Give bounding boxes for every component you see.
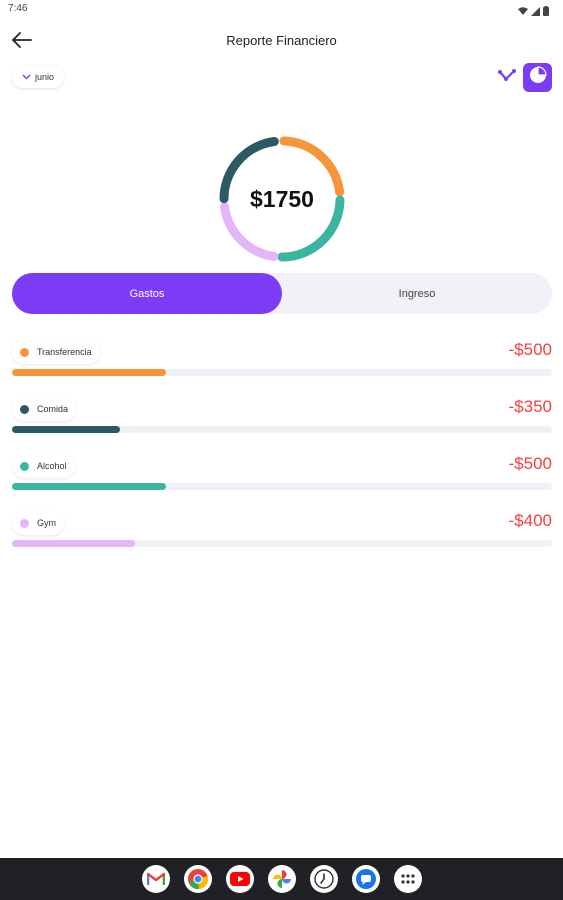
category-chip: Comida <box>12 397 77 421</box>
progress-fill <box>12 426 120 433</box>
battery-icon <box>543 3 549 21</box>
progress-fill <box>12 483 166 490</box>
chart-view-toggle <box>497 63 552 92</box>
pie-chart-view-button[interactable] <box>523 63 552 92</box>
progress-track <box>12 426 552 433</box>
type-tabs: Gastos Ingreso <box>12 273 552 314</box>
app-drawer-icon[interactable] <box>393 865 422 893</box>
progress-track <box>12 369 552 376</box>
category-row-transferencia[interactable]: Transferencia -$500 <box>12 340 552 388</box>
tab-gastos[interactable]: Gastos <box>12 273 282 314</box>
gmail-icon[interactable] <box>141 865 170 893</box>
wifi-icon <box>518 3 528 21</box>
signal-icon <box>531 3 540 21</box>
category-amount: -$350 <box>508 397 552 416</box>
messages-icon[interactable] <box>351 865 380 893</box>
category-row-alcohol[interactable]: Alcohol -$500 <box>12 454 552 502</box>
status-bar: 7:46 <box>0 0 563 20</box>
progress-track <box>12 483 552 490</box>
category-row-comida[interactable]: Comida -$350 <box>12 397 552 445</box>
top-app-bar: Reporte Financiero <box>0 24 563 60</box>
category-row-gym[interactable]: Gym -$400 <box>12 511 552 559</box>
pie-chart-icon <box>529 66 547 89</box>
category-chip: Gym <box>12 511 64 535</box>
category-chip: Transferencia <box>12 340 100 364</box>
progress-fill <box>12 540 136 547</box>
clock-app-icon[interactable] <box>309 865 338 893</box>
month-dropdown[interactable]: junio <box>12 66 65 88</box>
progress-track <box>12 540 552 547</box>
color-dot-icon <box>20 518 29 528</box>
category-name: Comida <box>37 404 69 414</box>
tab-ingreso[interactable]: Ingreso <box>282 273 552 314</box>
chrome-icon[interactable] <box>183 865 212 893</box>
category-chip: Alcohol <box>12 454 75 478</box>
category-name: Transferencia <box>37 347 92 357</box>
category-name: Alcohol <box>37 461 67 471</box>
status-time: 7:46 <box>8 3 28 14</box>
status-icons <box>518 3 549 21</box>
category-amount: -$400 <box>508 511 552 530</box>
taskbar <box>0 858 563 900</box>
category-amount: -$500 <box>508 340 552 359</box>
color-dot-icon <box>20 461 29 471</box>
expense-donut-chart: $1750 <box>213 130 351 268</box>
youtube-icon[interactable] <box>225 865 254 893</box>
color-dot-icon <box>20 404 29 414</box>
app-dock <box>0 858 563 900</box>
page-title: Reporte Financiero <box>226 33 337 48</box>
category-name: Gym <box>37 518 56 528</box>
line-chart-icon <box>498 68 516 87</box>
progress-fill <box>12 369 166 376</box>
month-label: junio <box>35 72 55 82</box>
photos-icon[interactable] <box>267 865 296 893</box>
line-chart-view-button[interactable] <box>497 68 517 88</box>
category-amount: -$500 <box>508 454 552 473</box>
chevron-down-icon <box>22 72 31 82</box>
total-amount: $1750 <box>250 185 314 212</box>
color-dot-icon <box>20 347 29 357</box>
